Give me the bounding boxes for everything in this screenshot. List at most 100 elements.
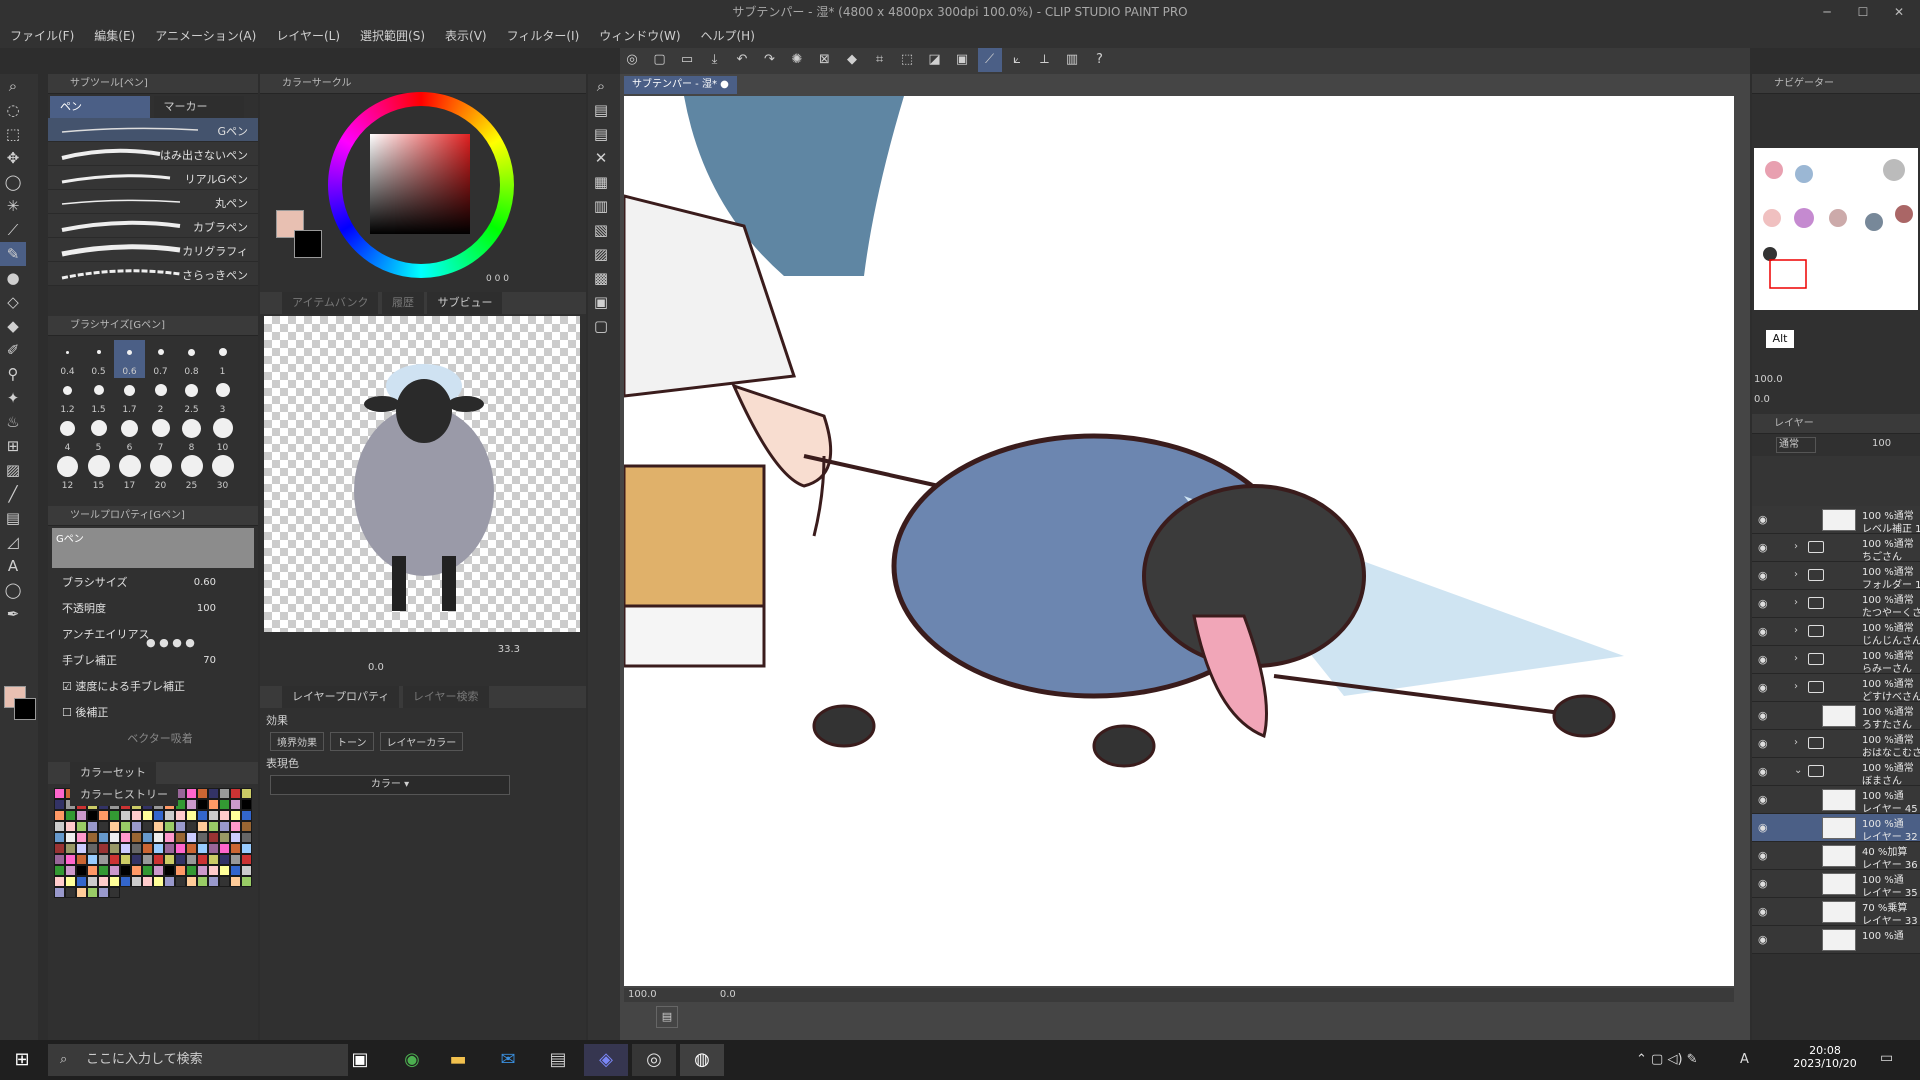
color-swatch[interactable]	[76, 865, 87, 876]
color-swatch[interactable]	[120, 821, 131, 832]
color-swatch[interactable]	[87, 865, 98, 876]
eraser-icon[interactable]: ◇	[0, 290, 26, 314]
color-swatch[interactable]	[230, 788, 241, 799]
color-swatch[interactable]	[197, 810, 208, 821]
tab-history[interactable]: 履歴	[381, 292, 424, 314]
color-swatch[interactable]	[219, 832, 230, 843]
color-swatch[interactable]	[197, 799, 208, 810]
color-swatch[interactable]	[120, 865, 131, 876]
brush-size-option[interactable]: 1.5	[83, 378, 114, 416]
color-swatch[interactable]	[230, 810, 241, 821]
color-swatch[interactable]	[98, 843, 109, 854]
explorer-icon[interactable]: ▬	[436, 1044, 480, 1076]
color-swatch[interactable]	[175, 876, 186, 887]
undo-icon[interactable]: ↶	[730, 48, 754, 72]
color-swatch[interactable]	[87, 887, 98, 898]
color-swatch[interactable]	[131, 843, 142, 854]
eye-icon[interactable]: ◉	[1758, 541, 1768, 554]
tablet-icon[interactable]: ▥	[1060, 48, 1084, 72]
layer-row[interactable]: ◉ 100 %通 レイヤー 35	[1752, 870, 1920, 899]
layer-row[interactable]: ◉ 100 %通常 ろすたさん	[1752, 702, 1920, 731]
color-swatch[interactable]	[142, 854, 153, 865]
chevron-right-icon[interactable]: ›	[1794, 569, 1798, 580]
color-swatch[interactable]	[241, 799, 252, 810]
tab-pen[interactable]: ペン	[50, 96, 150, 118]
color-swatch[interactable]	[208, 832, 219, 843]
zoom-tool-icon[interactable]: ⌕	[0, 74, 26, 98]
material-icon[interactable]: ▩	[588, 266, 614, 290]
text-tool-icon[interactable]: A	[0, 554, 26, 578]
menu-help[interactable]: ヘルプ(H)	[691, 24, 765, 48]
brush-size-row[interactable]: ブラシサイズ 0.60	[48, 570, 258, 596]
pen-tool-icon[interactable]: ✎	[0, 242, 26, 266]
snap-ruler-icon[interactable]: ⟋	[977, 48, 1002, 72]
layer-select-icon[interactable]: ⬚	[0, 122, 26, 146]
layer-color-button[interactable]: レイヤーカラー	[379, 732, 464, 751]
color-swatch[interactable]	[219, 810, 230, 821]
layer-row[interactable]: ◉ › 100 %通常 らみーさん	[1752, 646, 1920, 675]
color-swatch[interactable]	[76, 832, 87, 843]
tone-button[interactable]: トーン	[330, 732, 374, 751]
color-swatch[interactable]	[142, 821, 153, 832]
color-swatch[interactable]	[197, 843, 208, 854]
layer-opacity[interactable]: 100	[1872, 438, 1891, 449]
new-file-icon[interactable]: ▢	[648, 48, 672, 72]
color-swatch[interactable]	[98, 876, 109, 887]
color-swatch[interactable]	[120, 876, 131, 887]
eye-icon[interactable]: ◉	[1758, 793, 1768, 806]
brush-size-option[interactable]: 2.5	[176, 378, 207, 416]
tray-icons[interactable]: ⌃ ▢ ◁) ✎	[1636, 1052, 1698, 1067]
color-swatch[interactable]	[208, 843, 219, 854]
subview-image[interactable]	[264, 316, 580, 632]
chevron-right-icon[interactable]: ›	[1794, 737, 1798, 748]
ime-indicator[interactable]: A	[1740, 1052, 1749, 1067]
chevron-down-icon[interactable]: ⌄	[1794, 765, 1802, 776]
brush-item[interactable]: 丸ペン	[48, 190, 258, 214]
subview-rotate-bar[interactable]: 0.0	[264, 662, 580, 678]
color-swatch[interactable]	[65, 887, 76, 898]
color-swatch[interactable]	[54, 788, 65, 799]
opacity-row[interactable]: 不透明度 100	[48, 596, 258, 622]
color-swatch[interactable]	[98, 810, 109, 821]
tab-color-history[interactable]: カラーヒストリー	[70, 784, 178, 806]
line-tool-icon[interactable]: ╱	[0, 482, 26, 506]
pencil-icon[interactable]: ✐	[0, 338, 26, 362]
brush-size-option[interactable]: 0.4	[52, 340, 83, 378]
material-icon[interactable]: ▣	[588, 290, 614, 314]
color-swatch[interactable]	[65, 843, 76, 854]
color-swatch[interactable]	[120, 810, 131, 821]
color-swatch[interactable]	[197, 865, 208, 876]
color-swatch[interactable]	[164, 854, 175, 865]
color-swatch[interactable]	[65, 810, 76, 821]
layer-row[interactable]: ◉ 100 %通 レイヤー 32	[1752, 814, 1920, 843]
color-swatch[interactable]	[109, 810, 120, 821]
color-swatch[interactable]	[241, 788, 252, 799]
color-swatch[interactable]	[186, 876, 197, 887]
color-swatch[interactable]	[164, 832, 175, 843]
eye-icon[interactable]: ◉	[1758, 877, 1768, 890]
menu-filter[interactable]: フィルター(I)	[497, 24, 590, 48]
navigator-rotate[interactable]: 0.0	[1754, 394, 1770, 405]
color-swatch[interactable]	[142, 865, 153, 876]
color-swatch[interactable]	[186, 865, 197, 876]
deselect-icon[interactable]: ⬚	[895, 48, 919, 72]
brush-size-option[interactable]: 10	[207, 416, 238, 454]
color-swatch[interactable]	[164, 810, 175, 821]
brush-item[interactable]: Gペン	[48, 118, 258, 142]
color-swatch[interactable]	[109, 865, 120, 876]
chevron-right-icon[interactable]: ›	[1794, 597, 1798, 608]
layer-row[interactable]: ◉ › 100 %通常 フォルダー 1	[1752, 562, 1920, 591]
drawing-canvas[interactable]	[624, 96, 1734, 986]
tab-layer-property[interactable]: レイヤープロパティ	[282, 686, 400, 708]
color-swatch[interactable]	[230, 843, 241, 854]
subview-zoom-bar[interactable]: 33.3	[264, 644, 580, 660]
layer-row[interactable]: ◉›100 %通常たつやーくさん	[1752, 590, 1920, 619]
maximize-button[interactable]: ☐	[1848, 0, 1878, 24]
color-swatch[interactable]	[131, 876, 142, 887]
mail-icon[interactable]: ✉	[486, 1044, 530, 1076]
color-swatch[interactable]	[153, 843, 164, 854]
layer-toolbar[interactable]	[1752, 456, 1920, 506]
tab-layer-search[interactable]: レイヤー検索	[402, 686, 489, 708]
tab-item-bank[interactable]: アイテムバンク	[282, 292, 379, 314]
eye-icon[interactable]: ◉	[1758, 709, 1768, 722]
